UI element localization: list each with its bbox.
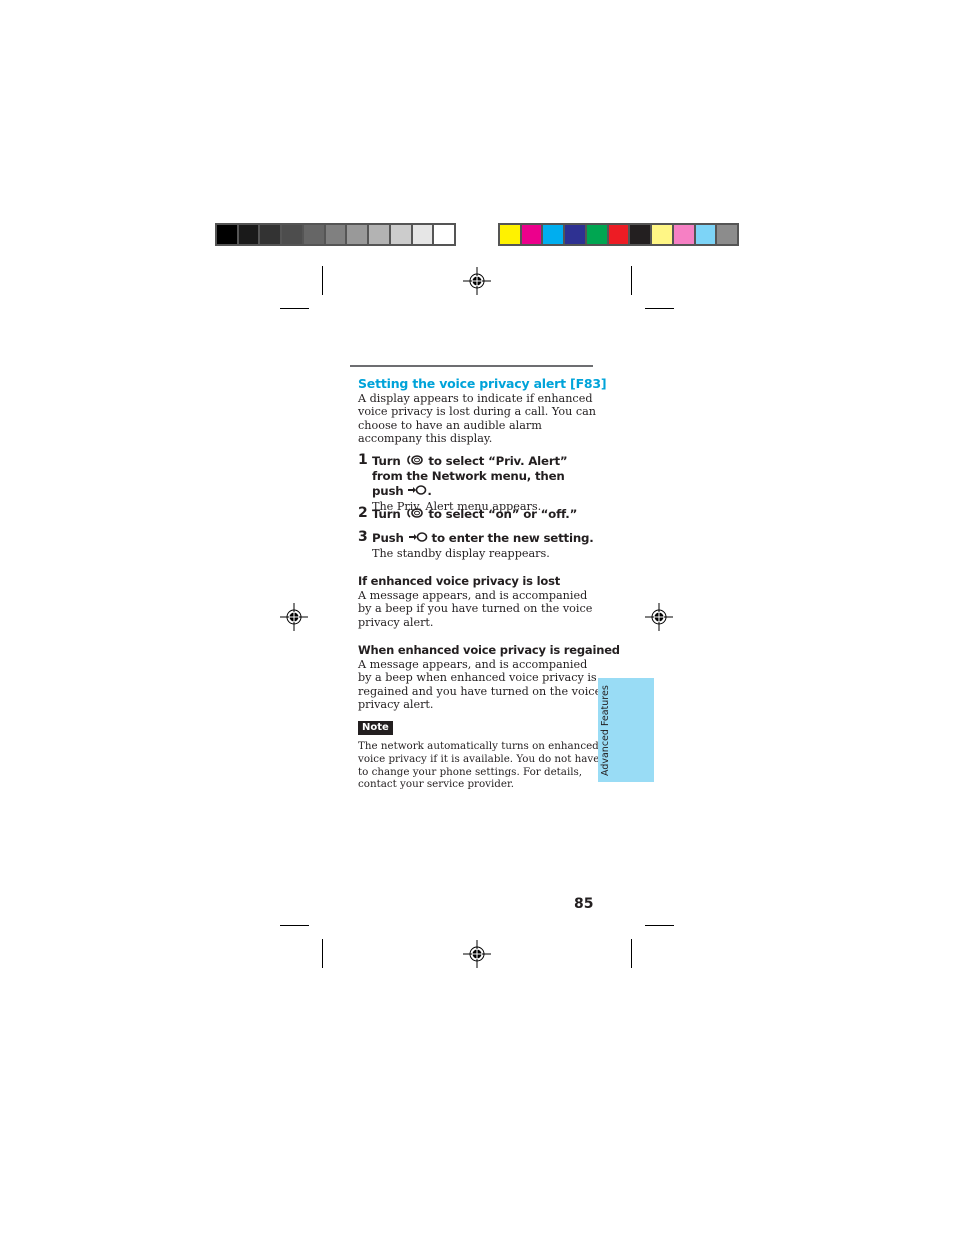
- step-text-part: .: [427, 484, 432, 498]
- color-swatch: [500, 225, 520, 244]
- subsection-body: A message appears, and is accompanied by…: [358, 589, 593, 629]
- registration-mark-icon: [463, 940, 491, 968]
- color-swatch: [717, 225, 738, 244]
- color-swatch: [521, 225, 542, 244]
- step-1: 1 Turn to select “Priv. Alert” from the …: [358, 452, 598, 514]
- page-number: 85: [574, 896, 594, 912]
- color-swatch: [282, 225, 302, 244]
- crop-mark: [645, 308, 674, 309]
- step-instruction: Turn to select “on” or “off.”: [372, 507, 598, 522]
- registration-mark-icon: [463, 267, 491, 295]
- subsection-body: A message appears, and is accompanied by…: [358, 658, 602, 712]
- push-jog-icon: [408, 532, 427, 542]
- step-text-part: Push: [372, 531, 404, 545]
- color-swatch: [586, 225, 607, 244]
- crop-mark: [280, 308, 309, 309]
- step-number: 3: [358, 529, 368, 545]
- color-swatch: [347, 225, 368, 244]
- registration-mark-icon: [280, 603, 308, 631]
- crop-mark: [631, 266, 632, 295]
- color-swatch: [565, 225, 585, 244]
- chapter-tab-label: Advanced Features: [600, 685, 611, 776]
- step-instruction: Turn to select “Priv. Alert” from the Ne…: [372, 454, 598, 499]
- note-badge: Note: [358, 721, 393, 735]
- color-swatch: [673, 225, 694, 244]
- step-3: 3 Push to enter the new setting. The sta…: [358, 529, 598, 561]
- color-swatch: [543, 225, 564, 244]
- push-jog-icon: [408, 485, 427, 495]
- crop-mark: [322, 939, 323, 968]
- color-swatch: [412, 225, 433, 244]
- step-text-part: Turn: [372, 507, 401, 521]
- step-instruction: Push to enter the new setting.: [372, 531, 598, 546]
- section-intro: A display appears to indicate if enhance…: [358, 392, 596, 446]
- subsection-heading: If enhanced voice privacy is lost: [358, 574, 561, 588]
- jog-dial-icon: [406, 455, 423, 465]
- color-swatch: [608, 225, 629, 244]
- crop-mark: [280, 925, 309, 926]
- step-text-part: to enter the new setting.: [431, 531, 594, 545]
- color-swatch: [238, 225, 259, 244]
- note-text: The network automatically turns on enhan…: [358, 740, 600, 791]
- color-swatch: [434, 225, 455, 244]
- step-2: 2 Turn to select “on” or “off.”: [358, 505, 598, 522]
- step-text-part: Turn: [372, 454, 401, 468]
- color-swatch: [369, 225, 389, 244]
- color-swatch: [630, 225, 651, 244]
- color-swatch: [260, 225, 281, 244]
- grayscale-calibration-bar: [215, 223, 456, 246]
- section-rule: [350, 365, 593, 367]
- crop-mark: [645, 925, 674, 926]
- step-number: 2: [358, 505, 368, 521]
- section-title: Setting the voice privacy alert [F83]: [358, 376, 607, 391]
- subsection-heading: When enhanced voice privacy is regained: [358, 643, 620, 657]
- color-swatch: [390, 225, 411, 244]
- registration-mark-icon: [645, 603, 673, 631]
- step-result: The standby display reappears.: [372, 547, 550, 560]
- color-swatch: [695, 225, 716, 244]
- color-swatch: [303, 225, 324, 244]
- color-swatch: [652, 225, 672, 244]
- color-swatch: [325, 225, 346, 244]
- crop-mark: [322, 266, 323, 295]
- color-calibration-bar: [498, 223, 739, 246]
- crop-mark: [631, 939, 632, 968]
- step-number: 1: [358, 452, 368, 468]
- step-text-part: to select “on” or “off.”: [428, 507, 578, 521]
- color-swatch: [217, 225, 237, 244]
- step-text-part: to select “Priv. Alert” from the Network…: [372, 454, 568, 498]
- jog-dial-icon: [406, 508, 423, 518]
